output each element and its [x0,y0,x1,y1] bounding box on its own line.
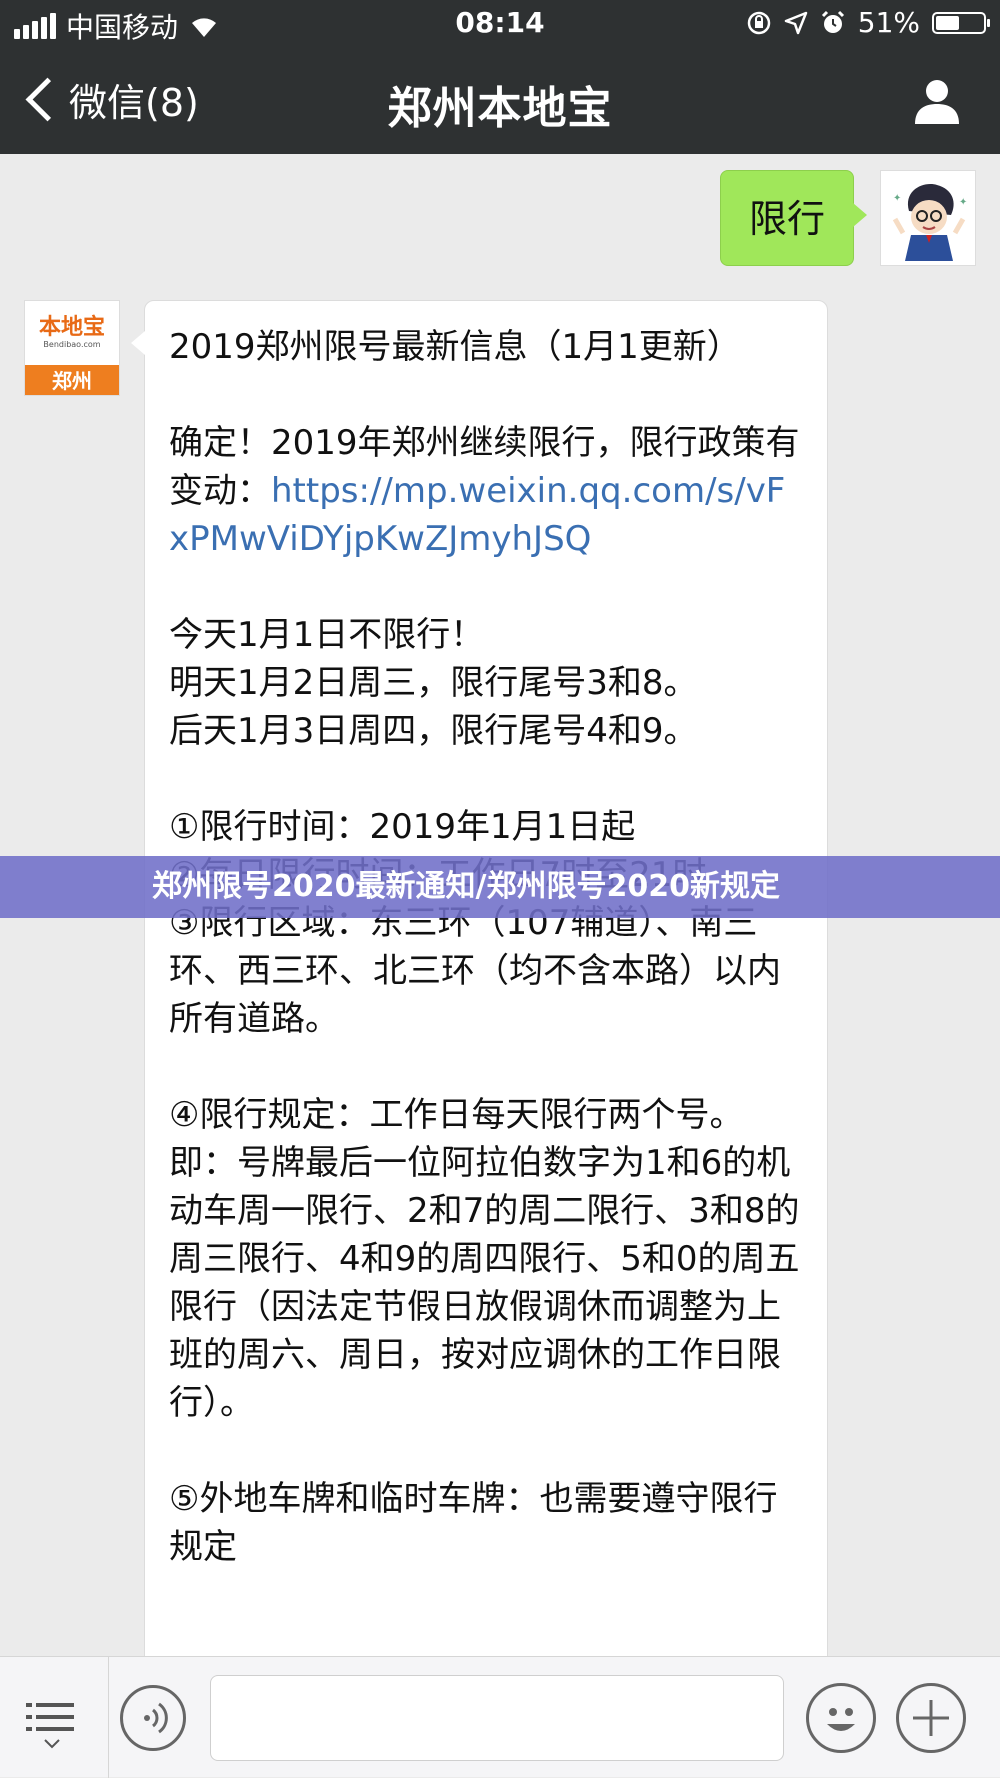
official-account-avatar[interactable]: 本地宝 Bendibao.com 郑州 [24,300,120,396]
nav-bar: 微信(8) 郑州本地宝 [0,48,1000,154]
message-paragraph-2: 今天1月1日不限行！ 明天1月2日周三，限行尾号3和8。 后天1月3日周四，限行… [169,615,698,751]
alarm-icon [821,10,844,33]
avatar-brand-text: 本地宝 [38,315,105,340]
smiley-icon [827,1708,855,1731]
input-bar [0,1656,1000,1778]
cartoon-avatar-image: ✦ ✦ [881,171,975,265]
more-button[interactable] [896,1683,966,1753]
profile-icon[interactable] [912,76,962,126]
message-paragraph-1: 确定！2019年郑州继续限行，限行政策有变动：https://mp.weixin… [169,419,805,563]
received-message-bubble[interactable]: 2019郑州限号最新信息（1月1更新） 确定！2019年郑州继续限行，限行政策有… [131,300,828,1656]
battery-icon [932,11,990,34]
svg-text:✦: ✦ [959,197,967,208]
caption-banner: 郑州限号2020最新通知/郑州限号2020新规定 [0,856,1000,918]
message-paragraph-3: ①限行时间：2019年1月1日起 ②每日限行时间：工作日7时至21时 ③限行区域… [169,807,781,1039]
status-bar: 中国移动 08:14 51% [0,0,1000,48]
message-paragraph-4: ④限行规定：工作日每天限行两个号。即：号牌最后一位阿拉伯数字为1和6的机动车周一… [169,1095,800,1423]
voice-icon [144,1702,168,1734]
menu-toggle-button[interactable] [0,1657,109,1778]
location-icon [784,11,808,34]
plus-icon [913,1700,949,1736]
message-paragraph-5: ⑤外地车牌和临时车牌：也需要遵守限行规定 [169,1479,778,1567]
message-title: 2019郑州限号最新信息（1月1更新） [169,327,741,367]
avatar-domain-text: Bendibao.com [43,340,101,349]
rotation-lock-icon [747,11,771,34]
voice-button[interactable] [120,1685,186,1751]
battery-percent: 51% [857,6,920,39]
user-avatar[interactable]: ✦ ✦ [880,170,976,266]
chat-title: 郑州本地宝 [387,83,613,134]
sent-message-bubble[interactable]: 限行 [719,170,868,266]
emoji-button[interactable] [806,1683,876,1753]
avatar-city-text: 郑州 [25,365,119,395]
message-input[interactable] [210,1675,784,1761]
svg-text:✦: ✦ [893,193,901,204]
